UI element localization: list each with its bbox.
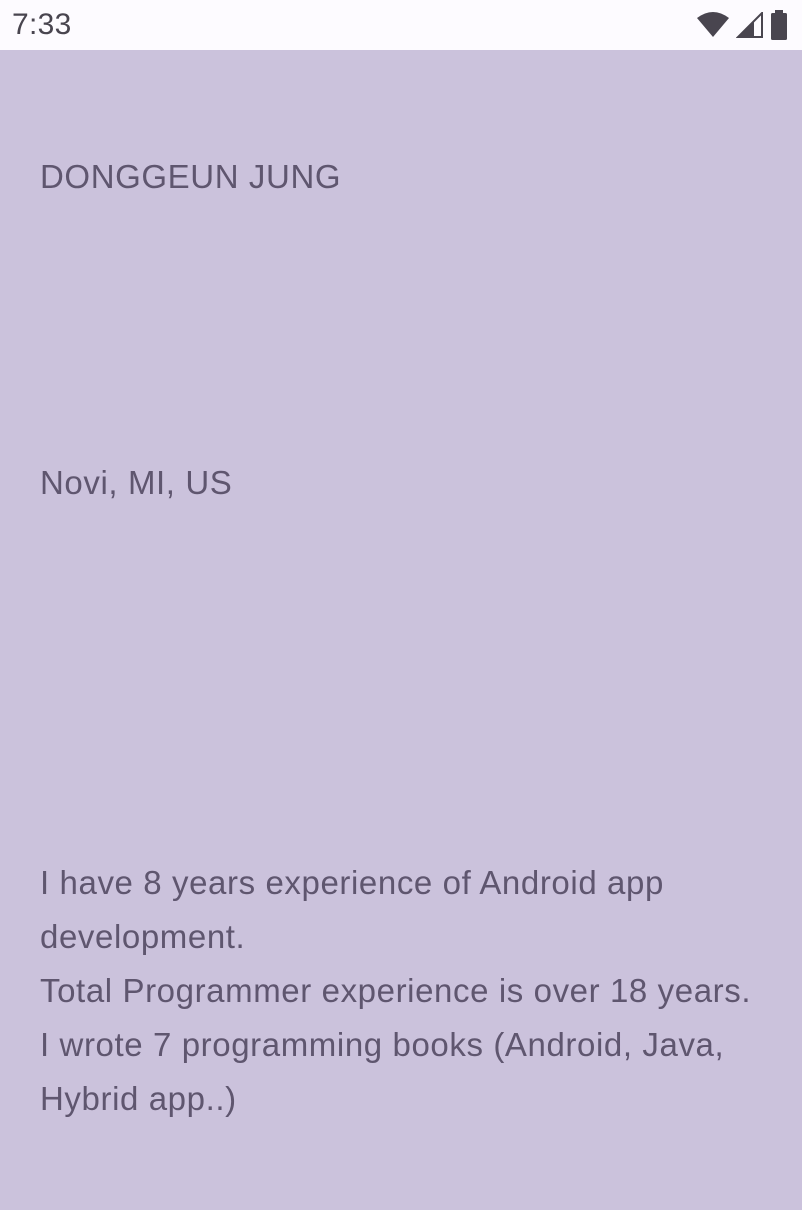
wifi-icon	[696, 12, 730, 38]
profile-bio: I have 8 years experience of Android app…	[40, 864, 752, 1117]
profile-name: DONGGEUN JUNG	[40, 158, 342, 195]
status-time: 7:33	[12, 8, 72, 41]
profile-location: Novi, MI, US	[40, 464, 233, 501]
status-icons	[696, 10, 788, 40]
cell-signal-icon	[736, 12, 764, 38]
profile-card: DONGGEUN JUNG Novi, MI, US I have 8 year…	[0, 50, 802, 1210]
status-bar: 7:33	[0, 0, 802, 50]
battery-icon	[770, 10, 788, 40]
